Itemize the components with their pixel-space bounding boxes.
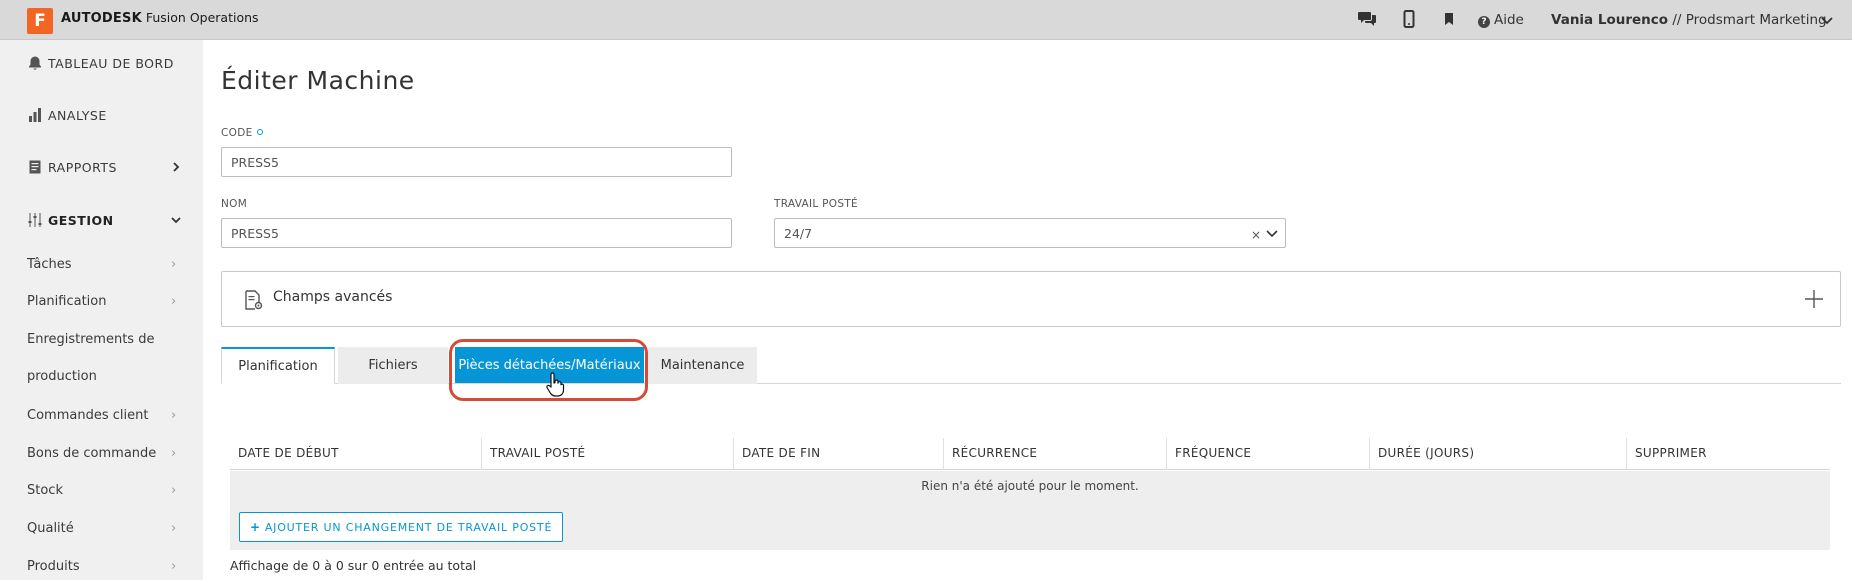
sidebar-item-label: GESTION <box>48 212 114 228</box>
help-link[interactable]: ? Aide <box>1478 12 1524 28</box>
sidebar-subitem-client-orders[interactable]: Commandes client <box>27 408 148 423</box>
sliders-icon <box>26 211 44 229</box>
shift-label: TRAVAIL POSTÉ <box>774 198 858 210</box>
sidebar-subitem-stock[interactable]: Stock <box>27 483 63 498</box>
report-icon <box>26 158 44 176</box>
sidebar-item-management[interactable]: GESTION <box>26 211 114 229</box>
sidebar-item-reports[interactable]: RAPPORTS <box>26 158 117 176</box>
fusion-logo[interactable]: F <box>27 8 53 34</box>
chevron-right-icon: › <box>171 446 177 461</box>
brand-name[interactable]: AUTODESK Fusion Operations <box>61 10 259 26</box>
tab-maintenance[interactable]: Maintenance <box>648 347 757 384</box>
brand-product: Fusion Operations <box>145 10 259 25</box>
chevron-right-icon: › <box>171 521 177 536</box>
column-delete: SUPPRIMER <box>1635 446 1707 460</box>
add-shift-change-label: AJOUTER UN CHANGEMENT DE TRAVAIL POSTÉ <box>264 520 553 534</box>
required-indicator-icon <box>256 129 263 135</box>
sidebar-subitem-products[interactable]: Produits <box>27 559 80 574</box>
document-settings-icon <box>245 290 263 310</box>
shift-select[interactable]: 24/7 <box>774 218 1286 248</box>
user-menu[interactable]: Vania Lourenco // Prodsmart Marketing <box>1551 12 1827 28</box>
sidebar-item-dashboard[interactable]: TABLEAU DE BORD <box>26 54 174 72</box>
plus-icon: + <box>250 520 261 534</box>
column-frequency: FRÉQUENCE <box>1167 438 1370 470</box>
chevron-down-icon[interactable] <box>170 214 182 226</box>
sidebar-item-label: RAPPORTS <box>48 159 117 175</box>
chevron-down-icon[interactable] <box>1820 13 1834 27</box>
page-title: Éditer Machine <box>221 66 415 95</box>
hand-pointer-icon <box>546 372 565 397</box>
question-circle-icon: ? <box>1478 16 1490 28</box>
bookmark-icon[interactable] <box>1443 10 1455 32</box>
bell-icon <box>26 54 44 72</box>
column-recurrence: RÉCURRENCE <box>944 438 1167 470</box>
sidebar-subitem-planning[interactable]: Planification <box>27 294 106 309</box>
chat-icon[interactable] <box>1357 10 1377 32</box>
user-org: // Prodsmart Marketing <box>1668 12 1827 28</box>
sidebar-subitem-production-records-line2[interactable]: production <box>27 369 97 384</box>
sidebar-subitem-quality[interactable]: Qualité <box>27 521 74 536</box>
chevron-right-icon[interactable] <box>170 161 182 173</box>
code-label: CODE <box>221 127 263 139</box>
help-label: Aide <box>1494 12 1524 28</box>
code-label-text: CODE <box>221 127 253 139</box>
plus-icon[interactable] <box>1803 288 1825 310</box>
table-body: Rien n'a été ajouté pour le moment. + AJO… <box>230 471 1830 550</box>
advanced-fields-label: Champs avancés <box>273 289 393 305</box>
chevron-right-icon: › <box>171 257 177 272</box>
table-header: DATE DE DÉBUT TRAVAIL POSTÉ DATE DE FIN … <box>230 438 1830 470</box>
table-entries-info: Affichage de 0 à 0 sur 0 entrée au total <box>230 558 477 573</box>
user-name: Vania Lourenco <box>1551 12 1669 28</box>
column-end-date: DATE DE FIN <box>734 438 944 470</box>
column-start-date: DATE DE DÉBUT <box>230 438 482 470</box>
chevron-right-icon: › <box>171 483 177 498</box>
column-duration-days: DURÉE (JOURS) <box>1370 438 1627 470</box>
sidebar-subitem-production-records[interactable]: Enregistrements de <box>27 332 154 347</box>
chevron-down-icon[interactable] <box>1265 226 1279 240</box>
chevron-right-icon: › <box>171 408 177 423</box>
bar-chart-icon <box>26 106 44 124</box>
sidebar-item-analysis[interactable]: ANALYSE <box>26 106 107 124</box>
tab-files[interactable]: Fichiers <box>338 347 448 384</box>
top-bar: F AUTODESK Fusion Operations ? Aide Vania … <box>0 0 1852 40</box>
name-input[interactable]: PRESS5 <box>221 218 732 248</box>
sidebar-item-label: TABLEAU DE BORD <box>48 55 174 71</box>
column-shift: TRAVAIL POSTÉ <box>482 438 734 470</box>
advanced-fields-panel[interactable]: Champs avancés <box>221 271 1841 327</box>
tab-planning[interactable]: Planification <box>221 347 335 384</box>
sidebar-item-label: ANALYSE <box>48 107 107 123</box>
chevron-right-icon: › <box>171 559 177 574</box>
empty-table-message: Rien n'a été ajouté pour le moment. <box>921 479 1139 493</box>
name-label: NOM <box>221 198 248 210</box>
sidebar-subitem-tasks[interactable]: Tâches <box>27 257 72 272</box>
shift-select-value: 24/7 <box>784 226 813 241</box>
brand-bold: AUTODESK <box>61 11 142 26</box>
sidebar: TABLEAU DE BORD ANALYSE RAPPORTS GESTION… <box>0 40 203 580</box>
sidebar-subitem-purchase-orders[interactable]: Bons de commande <box>27 446 156 461</box>
clear-icon[interactable]: × <box>1251 228 1261 242</box>
code-input[interactable]: PRESS5 <box>221 147 732 177</box>
chevron-right-icon: › <box>171 294 177 309</box>
mobile-icon[interactable] <box>1403 10 1415 32</box>
add-shift-change-button[interactable]: + AJOUTER UN CHANGEMENT DE TRAVAIL POSTÉ <box>239 512 564 542</box>
